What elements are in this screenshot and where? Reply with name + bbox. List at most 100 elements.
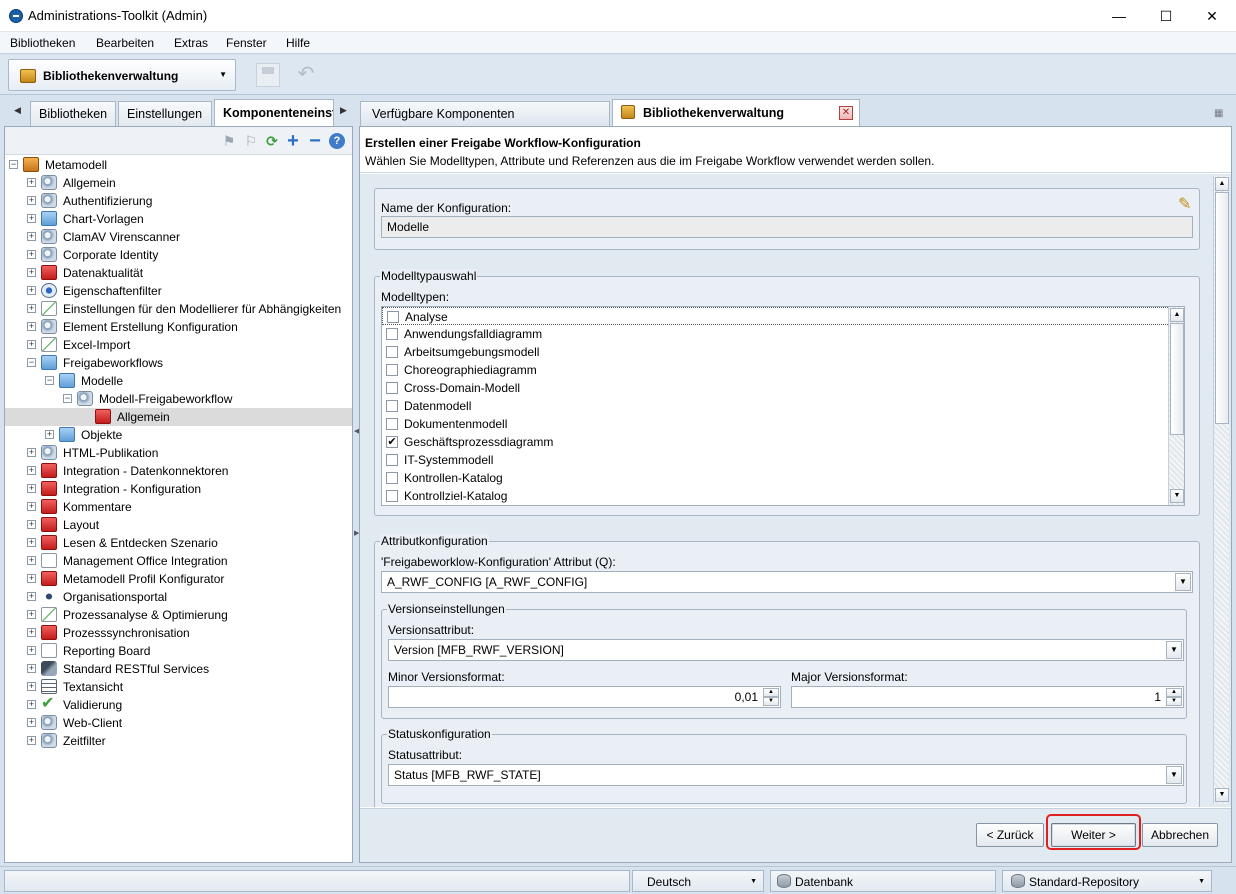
tree-item[interactable]: + Kommentare: [5, 498, 352, 516]
collapse-icon[interactable]: −: [9, 160, 18, 169]
tree-item[interactable]: + Management Office Integration: [5, 552, 352, 570]
menu-bearbeiten[interactable]: Bearbeiten: [96, 36, 154, 50]
back-button[interactable]: < Zurück: [976, 823, 1044, 847]
expand-icon[interactable]: +: [27, 178, 36, 187]
expand-icon[interactable]: +: [27, 736, 36, 745]
tree-item[interactable]: + Prozesssynchronisation: [5, 624, 352, 642]
scroll-down-icon[interactable]: ▼: [1215, 788, 1229, 802]
expand-icon[interactable]: +: [27, 322, 36, 331]
major-format-spinner[interactable]: 1 ▲ ▼: [791, 686, 1184, 708]
filter-icon[interactable]: ⚑: [221, 133, 237, 149]
expand-icon[interactable]: +: [27, 250, 36, 259]
tree-item[interactable]: + Excel-Import: [5, 336, 352, 354]
tab-einstellungen[interactable]: Einstellungen: [118, 101, 212, 126]
checkbox[interactable]: [387, 311, 399, 323]
expand-icon[interactable]: +: [27, 448, 36, 457]
checkbox[interactable]: [386, 382, 398, 394]
repository-select[interactable]: Standard-Repository ▼: [1002, 870, 1212, 892]
tree-item[interactable]: Allgemein: [5, 408, 352, 426]
checkbox[interactable]: [386, 472, 398, 484]
maximize-button[interactable]: ☐: [1143, 0, 1189, 32]
expand-icon[interactable]: +: [27, 502, 36, 511]
expand-icon[interactable]: +: [27, 214, 36, 223]
expand-icon[interactable]: +: [27, 700, 36, 709]
tree-item[interactable]: + Lesen & Entdecken Szenario: [5, 534, 352, 552]
expand-icon[interactable]: +: [27, 664, 36, 673]
expand-icon[interactable]: +: [27, 592, 36, 601]
tree-item[interactable]: + Metamodell Profil Konfigurator: [5, 570, 352, 588]
expand-icon[interactable]: +: [27, 556, 36, 565]
scroll-thumb[interactable]: [1215, 192, 1229, 424]
status-attr-select[interactable]: Status [MFB_RWF_STATE] ▼: [388, 764, 1184, 786]
tab-bibliothekenverwaltung[interactable]: Bibliothekenverwaltung ✕: [612, 99, 860, 126]
tree-item[interactable]: − Freigabeworkflows: [5, 354, 352, 372]
checkbox[interactable]: [386, 490, 398, 502]
checkbox[interactable]: [386, 418, 398, 430]
tree-item[interactable]: + Element Erstellung Konfiguration: [5, 318, 352, 336]
checkbox[interactable]: [386, 328, 398, 340]
tree-item[interactable]: + Textansicht: [5, 678, 352, 696]
minor-format-spinner[interactable]: 0,01 ▲ ▼: [388, 686, 781, 708]
tree-item[interactable]: + Chart-Vorlagen: [5, 210, 352, 228]
expand-icon[interactable]: +: [27, 682, 36, 691]
expand-icon[interactable]: +: [27, 286, 36, 295]
model-type-item[interactable]: Analyse: [382, 307, 1172, 325]
list-scrollbar[interactable]: ▲ ▼: [1168, 307, 1184, 505]
chevron-down-icon[interactable]: ▼: [1166, 766, 1182, 784]
tree-item[interactable]: + Allgemein: [5, 174, 352, 192]
tab-scroll-left-icon[interactable]: ◀: [14, 105, 21, 116]
tree-item[interactable]: + HTML-Publikation: [5, 444, 352, 462]
expand-icon[interactable]: +: [27, 610, 36, 619]
tree-item[interactable]: + Prozessanalyse & Optimierung: [5, 606, 352, 624]
checkbox[interactable]: [386, 454, 398, 466]
tree-item[interactable]: + Web-Client: [5, 714, 352, 732]
scroll-down-icon[interactable]: ▼: [1170, 489, 1184, 503]
expand-icon[interactable]: +: [27, 574, 36, 583]
checkbox[interactable]: ✔: [386, 436, 398, 448]
expand-icon[interactable]: +: [27, 628, 36, 637]
perspective-dropdown[interactable]: Bibliothekenverwaltung ▼: [8, 59, 236, 91]
menu-fenster[interactable]: Fenster: [226, 36, 267, 50]
refresh-icon[interactable]: ⟳: [264, 133, 280, 149]
checkbox[interactable]: [386, 364, 398, 376]
undo-icon[interactable]: ↶: [292, 63, 320, 87]
tree-root[interactable]: − Metamodell: [5, 156, 352, 174]
expand-icon[interactable]: +: [27, 232, 36, 241]
save-icon[interactable]: [256, 63, 280, 87]
tree-item[interactable]: + Standard RESTful Services: [5, 660, 352, 678]
tree-item[interactable]: + Integration - Konfiguration: [5, 480, 352, 498]
spin-up-icon[interactable]: ▲: [1166, 688, 1182, 697]
model-type-item[interactable]: IT-Systemmodell: [382, 451, 1172, 469]
model-type-item[interactable]: Choreographiediagramm: [382, 361, 1172, 379]
pencil-icon[interactable]: ✎: [1178, 194, 1191, 214]
model-type-item[interactable]: Kontrollen-Katalog: [382, 469, 1172, 487]
scroll-up-icon[interactable]: ▲: [1215, 177, 1229, 191]
chevron-down-icon[interactable]: ▼: [1175, 573, 1191, 591]
tree-item[interactable]: + Datenaktualität: [5, 264, 352, 282]
model-type-item[interactable]: Dokumentenmodell: [382, 415, 1172, 433]
expand-icon[interactable]: +: [27, 646, 36, 655]
tab-bibliotheken[interactable]: Bibliotheken: [30, 101, 116, 126]
tree-item[interactable]: + Eigenschaftenfilter: [5, 282, 352, 300]
expand-icon[interactable]: +: [45, 430, 54, 439]
tab-verfuegbare-komponenten[interactable]: Verfügbare Komponenten: [360, 101, 610, 126]
tree-item[interactable]: + ✔ Validierung: [5, 696, 352, 714]
tree-item[interactable]: − Modell-Freigabeworkflow: [5, 390, 352, 408]
tree-item[interactable]: + Organisationsportal: [5, 588, 352, 606]
checkbox[interactable]: [386, 400, 398, 412]
model-type-item[interactable]: Datenmodell: [382, 397, 1172, 415]
model-type-item[interactable]: Cross-Domain-Modell: [382, 379, 1172, 397]
scroll-up-icon[interactable]: ▲: [1170, 308, 1184, 322]
model-type-item[interactable]: Anwendungsfalldiagramm: [382, 325, 1172, 343]
expand-icon[interactable]: +: [27, 268, 36, 277]
config-name-field[interactable]: Modelle: [381, 216, 1193, 238]
tree-item[interactable]: − Modelle: [5, 372, 352, 390]
menu-hilfe[interactable]: Hilfe: [286, 36, 310, 50]
remove-icon[interactable]: −: [307, 131, 323, 151]
wizard-scrollbar[interactable]: ▲ ▼: [1213, 176, 1229, 804]
menu-bibliotheken[interactable]: Bibliotheken: [10, 36, 75, 50]
database-indicator[interactable]: Datenbank: [770, 870, 996, 892]
collapse-icon[interactable]: −: [45, 376, 54, 385]
language-select[interactable]: Deutsch ▼: [632, 870, 764, 892]
tree-item[interactable]: + Corporate Identity: [5, 246, 352, 264]
